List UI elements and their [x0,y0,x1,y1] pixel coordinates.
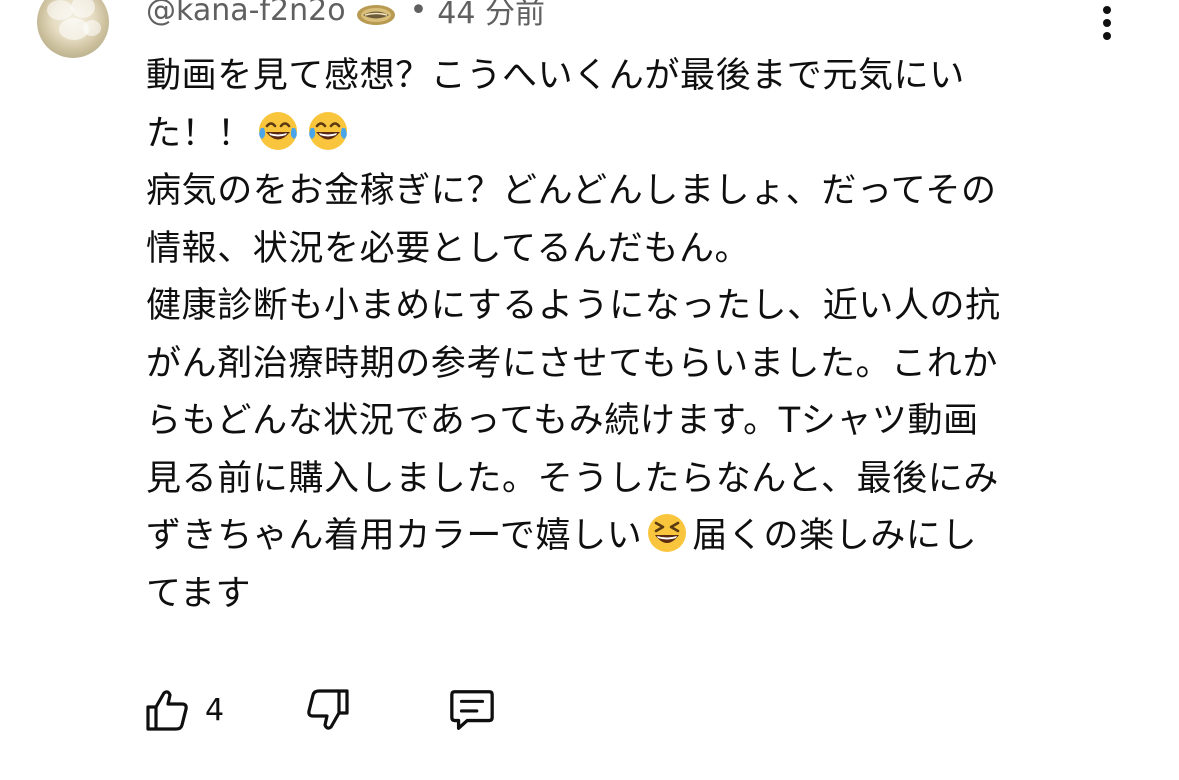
comment-actions: 4 [143,686,496,734]
author-avatar[interactable] [37,0,109,58]
comment-line: 病気のをお金稼ぎに？どんどんしましょ、だってその [146,171,997,211]
like-button[interactable] [143,686,191,734]
comment-line: てます [146,573,252,614]
comment-line: らもどんな状況であってもみ続けます。Tシャツ動画 [146,401,979,441]
comment-line-text: た！！ [146,113,253,154]
comment-text: 動画を見て感想？こうへいくんが最後まで元気にい た！！ 病気のをお金稼ぎに？どん… [146,48,1096,623]
comment-line-text: ずきちゃん着用カラーで嬉しい [146,516,643,556]
comment-line: 情報、状況を必要としてるんだもん。 [146,228,751,269]
comment-line: た！！ [146,106,1096,164]
tears-of-joy-emoji [308,111,347,150]
tears-of-joy-emoji [258,111,297,150]
author-name[interactable]: @kana-f2n2o [146,0,346,28]
dislike-button[interactable] [304,686,352,734]
comment-line-text: 届くの楽しみにし [692,516,978,556]
comment-line: 見る前に購入しました。そうしたらなんと、最後にみ [146,458,1000,499]
more-vert-icon[interactable] [1094,4,1120,44]
comment-line: 動画を見て感想？こうへいくんが最後まで元気にい [146,56,965,96]
meta-separator: • [409,0,428,28]
comment-header: @kana-f2n2o • 44 分前 [146,0,545,32]
comment-line: 健康診断も小まめにするようになったし、近い人の抗 [146,286,1001,326]
comment-timestamp[interactable]: 44 分前 [437,0,545,32]
reply-button[interactable] [448,686,496,734]
like-count: 4 [205,692,225,728]
comment-line: がん剤治療時期の参考にさせてもらいました。これか [146,343,998,384]
thumbs-down-icon [307,689,349,730]
reply-icon [450,690,494,730]
grinning-squinting-emoji [648,514,687,552]
thumbs-up-icon [146,690,188,731]
comment-line: ずきちゃん着用カラーで嬉しい 届くの楽しみにし [146,508,1096,566]
lips-badge-icon [356,0,396,25]
